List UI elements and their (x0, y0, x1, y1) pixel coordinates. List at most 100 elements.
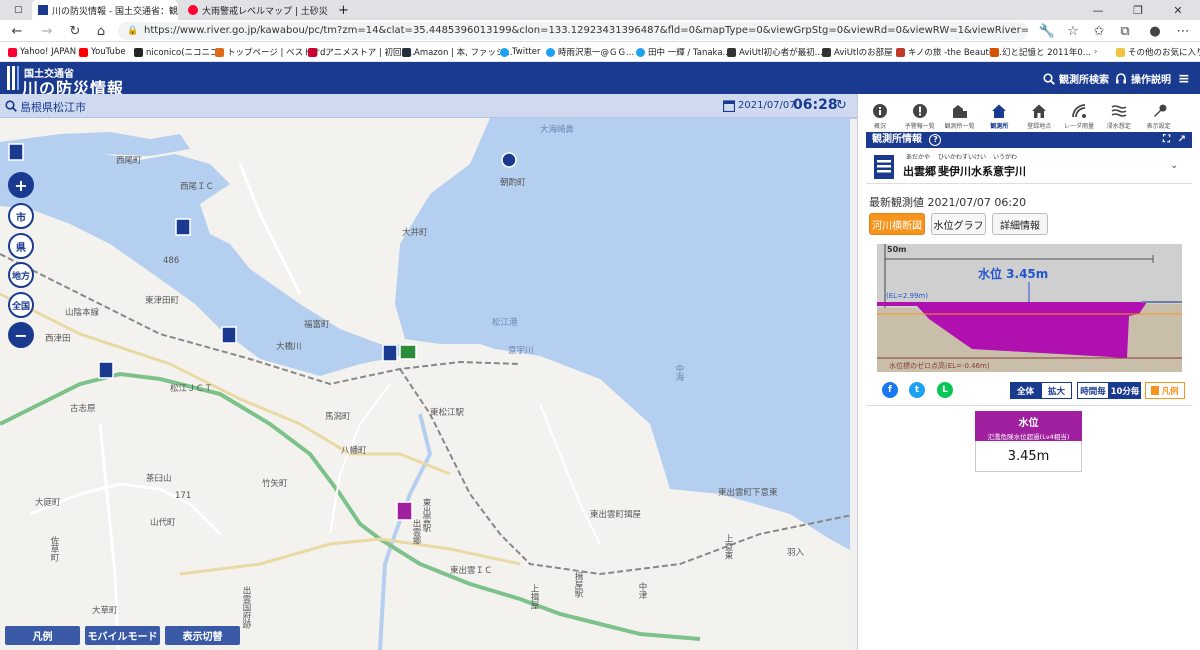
bookmark-item[interactable]: キノの旅 -the Beautif... (896, 45, 1002, 59)
elevation-label: (EL=2.99m) (886, 292, 929, 300)
legend-button[interactable]: 凡例 (5, 626, 80, 645)
hamburger-menu-icon[interactable]: ≡ (1178, 71, 1190, 87)
nav-station[interactable]: 観測所 (984, 96, 1014, 130)
bookmark-favicon-icon (134, 47, 143, 57)
observation-time: 06:28 (793, 97, 838, 113)
bookmark-item[interactable]: Twitter (500, 45, 541, 59)
maximize-icon[interactable]: ❐ (1118, 0, 1158, 20)
nation-scale-button[interactable]: 全国 (8, 292, 34, 318)
chevron-down-icon[interactable]: ⌄ (1170, 160, 1178, 171)
pref-scale-button[interactable]: 県 (8, 233, 34, 259)
city-scale-button[interactable]: 市 (8, 203, 34, 229)
line-icon[interactable]: L (937, 382, 953, 398)
new-tab-button[interactable]: + (332, 0, 350, 20)
camera-marker[interactable] (399, 344, 417, 360)
map-label: 山代町 (150, 518, 176, 528)
home-icon[interactable]: ⌂ (92, 22, 110, 40)
facebook-icon[interactable]: f (882, 382, 898, 398)
station-name-ruby: あだかや (906, 154, 931, 161)
external-link-icon[interactable]: ↗ (1178, 132, 1186, 148)
location-name[interactable]: 島根県松江市 (20, 99, 86, 115)
divider (866, 405, 1192, 406)
bookmark-item[interactable]: 時雨沢恵一@ＧＧ... (546, 45, 634, 59)
hourly-button[interactable]: 時間毎 (1077, 382, 1109, 399)
refresh-icon[interactable]: ↻ (836, 98, 847, 113)
region-scale-button[interactable]: 地方 (8, 262, 34, 288)
observation-marker[interactable] (8, 143, 24, 161)
bookmark-favicon-icon (896, 47, 905, 57)
legend-toggle-button[interactable]: 凡例 (1145, 382, 1185, 399)
bookmarks-bar: Yahoo! JAPAN YouTube niconico(ニコニコ) トップペ… (0, 42, 1200, 62)
station-search-link[interactable]: 観測所検索 (1043, 71, 1109, 86)
map-label: 出雲国府跡 (241, 586, 251, 629)
minimize-icon[interactable]: — (1078, 0, 1118, 20)
favorites-icon[interactable]: ✩ (1090, 22, 1108, 40)
forward-icon[interactable]: → (38, 22, 56, 40)
zoom-out-button[interactable]: − (8, 322, 34, 348)
tab-actions-button[interactable]: ▢ (8, 0, 30, 20)
bookmark-favicon-icon (636, 47, 645, 57)
extension-icon[interactable]: 🔧 (1038, 22, 1056, 40)
selected-station-marker[interactable] (396, 501, 413, 521)
more-menu-icon[interactable]: ⋯ (1174, 22, 1192, 40)
map-label: 上意東 (723, 534, 733, 560)
profile-avatar[interactable]: ● (1146, 22, 1164, 40)
calendar-icon[interactable] (723, 99, 735, 112)
nav-settings[interactable]: 表示設定 (1144, 96, 1174, 130)
zero-point-label: 水位標のゼロ点高(EL=-0.46m) (889, 362, 990, 370)
bookmark-item[interactable]: 田中 一輝 / Tanaka... (636, 45, 731, 59)
map-scrollbar[interactable] (850, 119, 857, 650)
map-canvas[interactable] (0, 94, 857, 650)
observation-marker[interactable] (98, 361, 114, 379)
nav-registered[interactable]: 登録地点 (1024, 96, 1054, 130)
wrench-icon (1153, 104, 1167, 117)
display-toggle-button[interactable]: 表示切替 (165, 626, 240, 645)
expand-icon[interactable]: ⛶ (1163, 132, 1170, 148)
favorite-star-icon[interactable]: ☆ (1064, 22, 1082, 40)
tab-cross-section[interactable]: 河川横断図 (869, 213, 925, 235)
other-bookmarks-folder[interactable]: その他のお気に入り (1116, 45, 1200, 59)
nav-overview[interactable]: 概況 (865, 96, 895, 130)
back-icon[interactable]: ← (8, 22, 26, 40)
map-area[interactable]: 西尾町 西尾ＩＣ 朝酌町 福富町 大橋川 東津田町 西津田 古志原 松江ＪＣＴ … (0, 94, 857, 650)
bookmark-item[interactable]: niconico(ニコニコ) (134, 45, 222, 59)
map-label: 東出雲町下意東 (718, 488, 778, 498)
url-field[interactable]: 🔒 https://www.river.go.jp/kawabou/pc/tm?… (118, 22, 1028, 40)
observation-marker[interactable] (501, 152, 517, 168)
close-window-icon[interactable]: ✕ (1158, 0, 1198, 20)
ten-minute-button[interactable]: 10分毎 (1109, 382, 1141, 399)
tab-details[interactable]: 詳細情報 (992, 213, 1048, 235)
bookmark-item[interactable]: YouTube (79, 45, 126, 59)
tab-keikai-map[interactable]: 大雨警戒レベルマップ | 土砂災害 ✕ (182, 0, 328, 20)
zoom-in-button[interactable]: + (8, 172, 34, 198)
map-label: 東出雲駅 (421, 498, 431, 532)
bookmark-item[interactable]: AviUtlのお部屋 (822, 45, 893, 59)
bookmark-item[interactable]: dアニメストア | 初回3... (308, 45, 415, 59)
bookmark-item[interactable]: 幻と記憶と 2011年0... (990, 45, 1091, 59)
help-icon[interactable]: ? (929, 134, 942, 146)
help-link[interactable]: 操作説明 (1115, 71, 1171, 86)
view-all-button[interactable]: 全体 (1010, 382, 1041, 399)
bookmark-item[interactable]: Amazon | 本, ファッシ... (402, 45, 513, 59)
tab-water-level-graph[interactable]: 水位グラフ (931, 213, 986, 235)
collections-icon[interactable]: ⧉ (1116, 22, 1134, 40)
bookmark-item[interactable]: AviUtl初心者が最初... (727, 45, 823, 59)
nav-warnings[interactable]: 予警報一覧 (905, 96, 935, 130)
view-zoom-button[interactable]: 拡大 (1041, 382, 1072, 399)
observation-marker[interactable] (382, 344, 398, 362)
nav-flood[interactable]: 浸水想定 (1104, 96, 1134, 130)
nav-radar[interactable]: レーダ雨量 (1064, 96, 1094, 130)
twitter-icon[interactable]: t (909, 382, 925, 398)
map-label: 朝酌町 (500, 178, 526, 188)
observation-marker[interactable] (221, 326, 237, 344)
search-icon[interactable] (5, 100, 17, 112)
bookmark-favicon-icon (8, 47, 17, 57)
nav-station-list[interactable]: 観測所一覧 (945, 96, 975, 130)
tab-kawabou[interactable]: 川の防災情報 - 国土交通省：観測 ✕ (32, 0, 178, 20)
bookmark-item[interactable]: Yahoo! JAPAN (8, 45, 76, 59)
map-label: 福富町 (304, 320, 330, 330)
bookmarks-overflow-chevron-icon[interactable]: › (1094, 45, 1097, 59)
mobile-mode-button[interactable]: モバイルモード (85, 626, 160, 645)
observation-marker[interactable] (175, 218, 191, 236)
reload-icon[interactable]: ↻ (66, 22, 84, 40)
